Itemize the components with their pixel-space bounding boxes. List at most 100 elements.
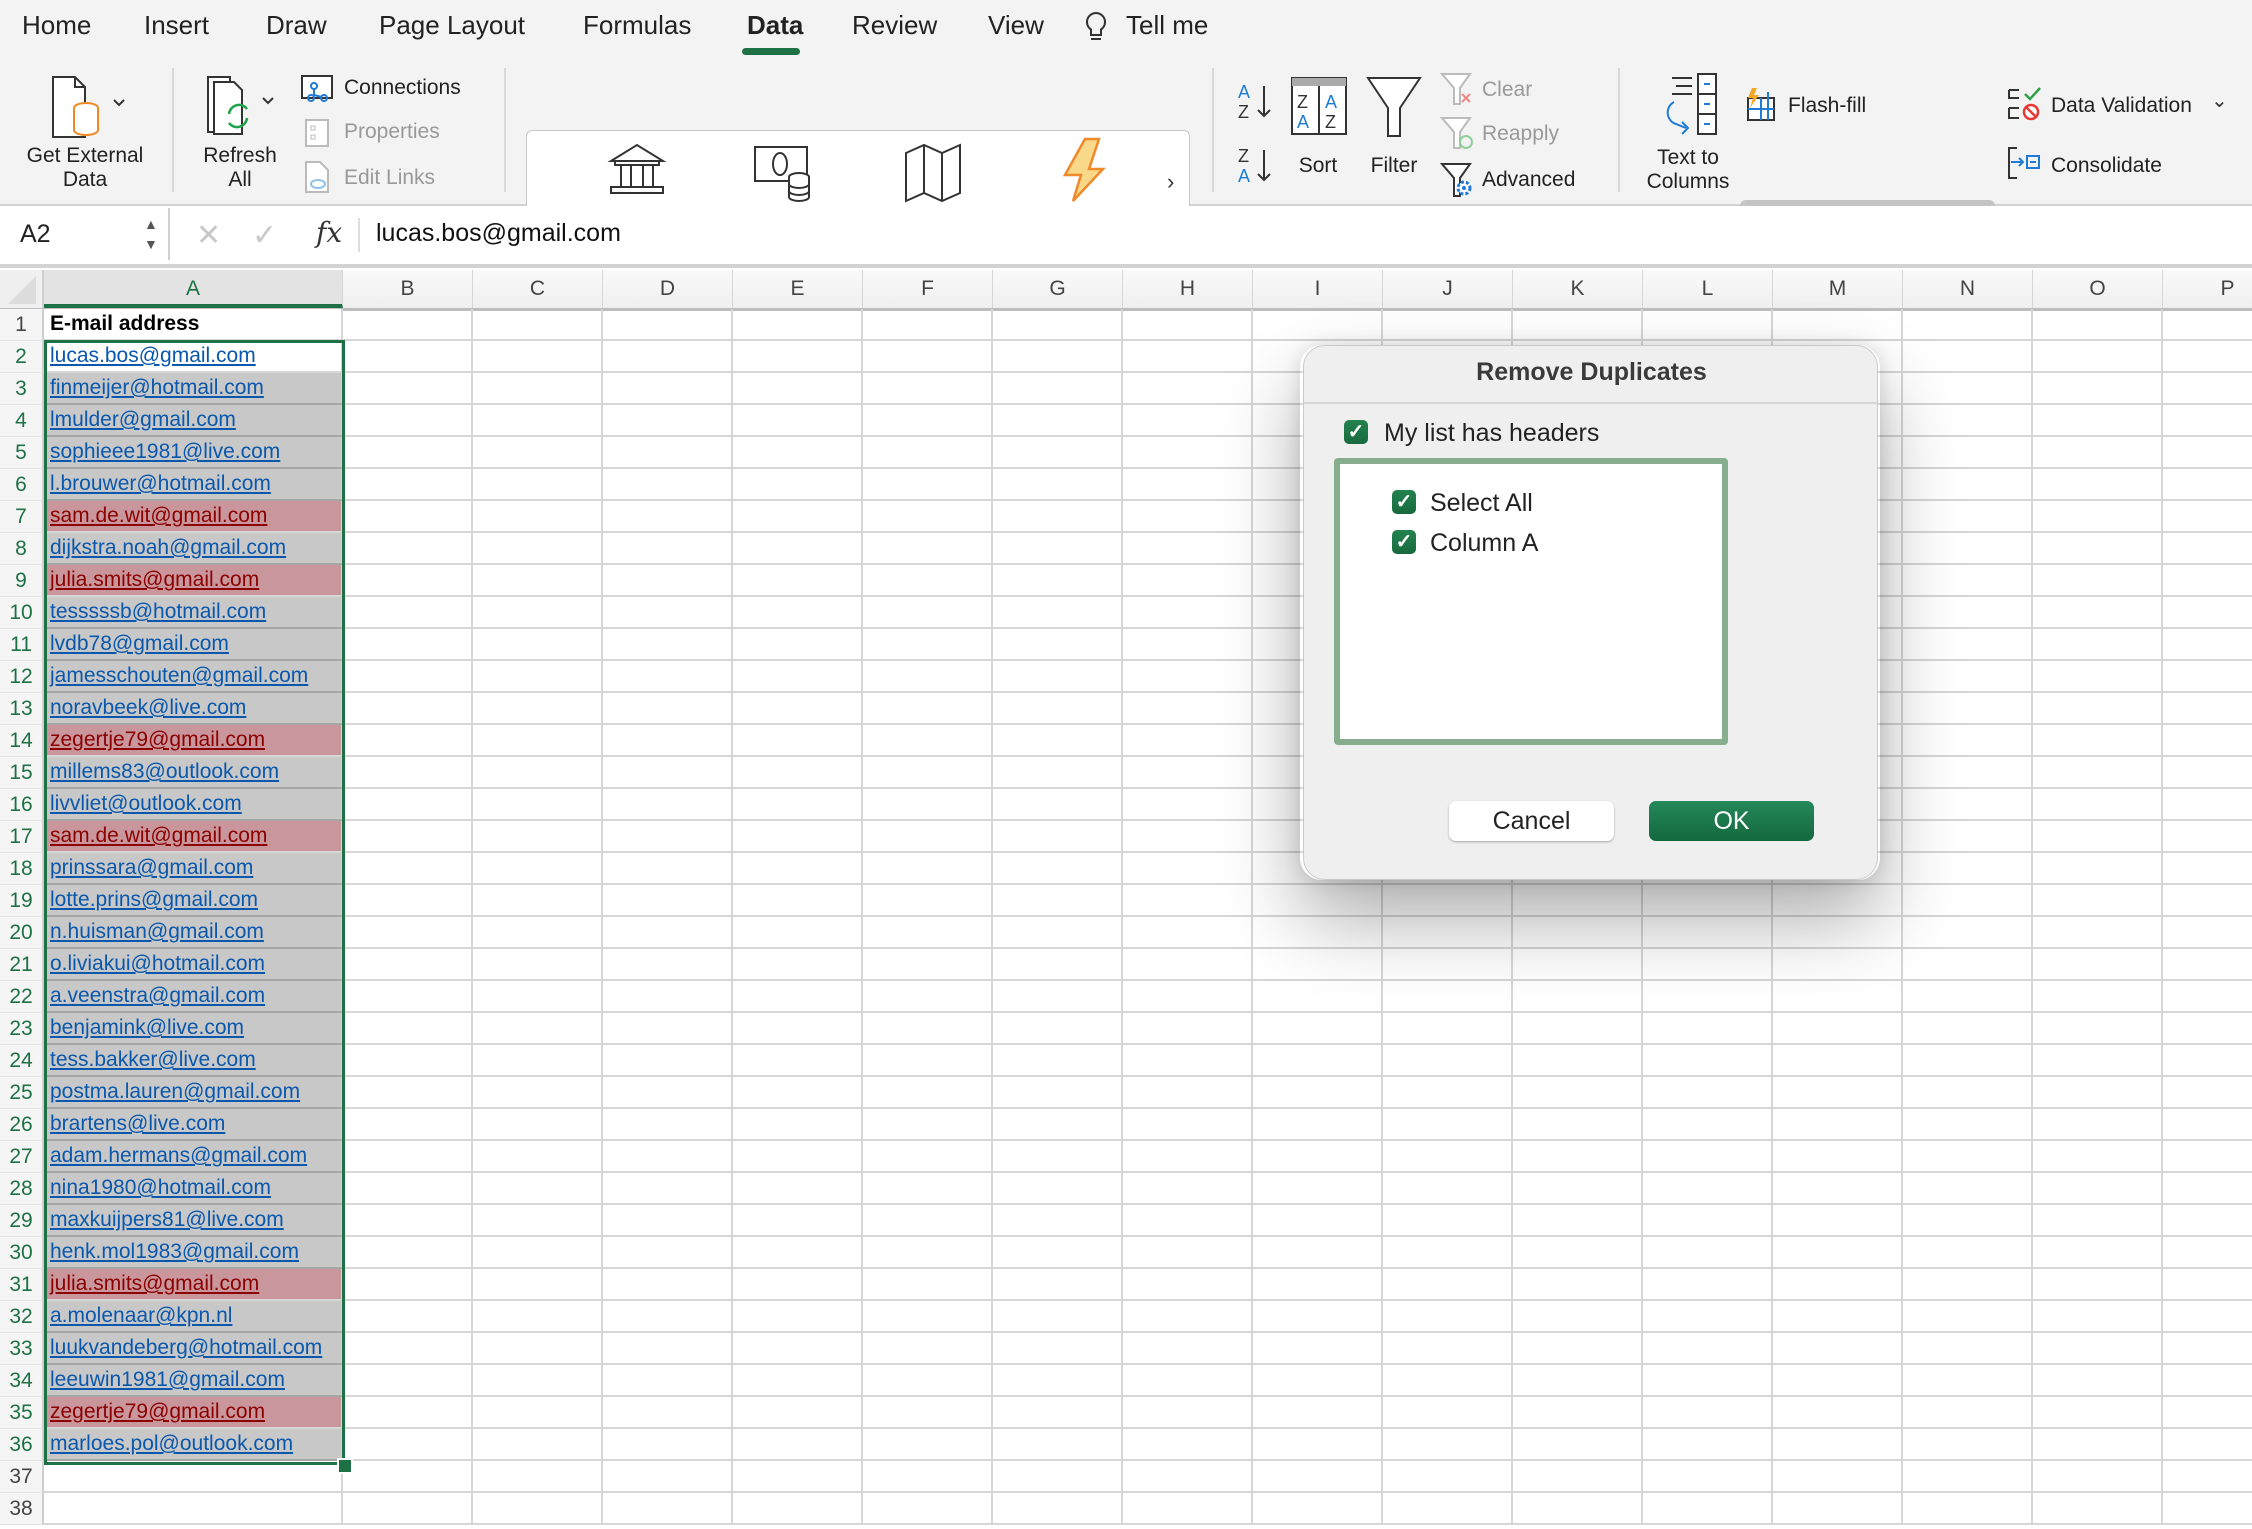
empty-cell[interactable] — [1903, 725, 2033, 757]
row-header[interactable]: 20 — [0, 917, 44, 949]
empty-cell[interactable] — [2033, 821, 2163, 853]
empty-cell[interactable] — [1513, 1461, 1643, 1493]
email-link[interactable]: a.veenstra@gmail.com — [50, 984, 265, 1007]
empty-cell[interactable] — [733, 1205, 863, 1237]
empty-cell[interactable] — [863, 757, 993, 789]
empty-cell[interactable] — [1253, 1365, 1383, 1397]
empty-cell[interactable] — [733, 1461, 863, 1493]
header-cell[interactable]: E-mail address — [44, 309, 343, 341]
empty-cell[interactable] — [2163, 1173, 2252, 1205]
empty-cell[interactable] — [863, 853, 993, 885]
empty-cell[interactable] — [1643, 885, 1773, 917]
empty-cell[interactable] — [993, 405, 1123, 437]
empty-cell[interactable] — [1513, 949, 1643, 981]
empty-cell[interactable] — [733, 1397, 863, 1429]
empty-cell[interactable] — [2163, 1109, 2252, 1141]
empty-cell[interactable] — [863, 917, 993, 949]
empty-cell[interactable] — [1513, 981, 1643, 1013]
empty-cell[interactable] — [993, 1269, 1123, 1301]
empty-cell[interactable] — [603, 405, 733, 437]
empty-cell[interactable] — [1253, 917, 1383, 949]
empty-cell[interactable] — [733, 1109, 863, 1141]
row-header[interactable]: 4 — [0, 405, 44, 437]
empty-cell[interactable] — [343, 373, 473, 405]
empty-cell[interactable] — [343, 725, 473, 757]
empty-cell[interactable] — [1903, 309, 2033, 341]
empty-cell[interactable] — [2033, 1205, 2163, 1237]
column-header-e[interactable]: E — [733, 270, 863, 308]
empty-cell[interactable] — [603, 1173, 733, 1205]
empty-cell[interactable] — [603, 1077, 733, 1109]
duplicate-email-cell[interactable]: sam.de.wit@gmail.com — [44, 821, 343, 853]
empty-cell[interactable] — [733, 981, 863, 1013]
empty-cell[interactable] — [1123, 853, 1253, 885]
empty-cell[interactable] — [2033, 1013, 2163, 1045]
empty-cell[interactable] — [1773, 981, 1903, 1013]
empty-cell[interactable] — [1643, 981, 1773, 1013]
empty-cell[interactable] — [1383, 1173, 1513, 1205]
empty-cell[interactable] — [1643, 1301, 1773, 1333]
empty-cell[interactable] — [2163, 405, 2252, 437]
empty-cell[interactable] — [1903, 1141, 2033, 1173]
empty-cell[interactable] — [993, 661, 1123, 693]
empty-cell[interactable] — [2033, 437, 2163, 469]
row-header[interactable]: 34 — [0, 1365, 44, 1397]
empty-cell[interactable] — [2033, 885, 2163, 917]
empty-cell[interactable] — [1123, 1365, 1253, 1397]
row-header[interactable]: 33 — [0, 1333, 44, 1365]
empty-cell[interactable] — [993, 1301, 1123, 1333]
empty-cell[interactable] — [733, 821, 863, 853]
empty-cell[interactable] — [603, 1301, 733, 1333]
empty-cell[interactable] — [2163, 341, 2252, 373]
empty-cell[interactable] — [343, 1365, 473, 1397]
empty-cell[interactable] — [1383, 1141, 1513, 1173]
empty-cell[interactable] — [1123, 1493, 1253, 1525]
row-header[interactable]: 38 — [0, 1493, 44, 1525]
email-link[interactable]: l.brouwer@hotmail.com — [50, 472, 271, 495]
email-cell[interactable]: sophieee1981@live.com — [44, 437, 343, 469]
empty-cell[interactable] — [2163, 981, 2252, 1013]
empty-cell[interactable] — [1383, 309, 1513, 341]
empty-cell[interactable] — [1123, 1269, 1253, 1301]
empty-cell[interactable] — [1903, 1461, 2033, 1493]
empty-cell[interactable] — [1903, 565, 2033, 597]
empty-cell[interactable] — [733, 725, 863, 757]
column-header-i[interactable]: I — [1253, 270, 1383, 308]
duplicate-email-cell[interactable]: zegertje79@gmail.com — [44, 1397, 343, 1429]
empty-cell[interactable] — [1513, 1173, 1643, 1205]
empty-cell[interactable] — [863, 949, 993, 981]
empty-cell[interactable] — [1513, 1301, 1643, 1333]
row-header[interactable]: 5 — [0, 437, 44, 469]
empty-cell[interactable] — [863, 693, 993, 725]
empty-cell[interactable] — [1253, 1173, 1383, 1205]
empty-cell[interactable] — [343, 1493, 473, 1525]
column-header-l[interactable]: L — [1643, 270, 1773, 308]
row-header[interactable]: 35 — [0, 1397, 44, 1429]
empty-cell[interactable] — [2033, 501, 2163, 533]
empty-cell[interactable] — [473, 1109, 603, 1141]
empty-cell[interactable] — [733, 565, 863, 597]
empty-cell[interactable] — [473, 1077, 603, 1109]
empty-cell[interactable] — [993, 629, 1123, 661]
empty-cell[interactable] — [863, 1205, 993, 1237]
empty-cell[interactable] — [1643, 1429, 1773, 1461]
email-cell[interactable]: marloes.pol@outlook.com — [44, 1429, 343, 1461]
empty-cell[interactable] — [2163, 757, 2252, 789]
empty-cell[interactable] — [1253, 885, 1383, 917]
empty-cell[interactable] — [1253, 949, 1383, 981]
empty-cell[interactable] — [993, 725, 1123, 757]
email-link[interactable]: postma.lauren@gmail.com — [50, 1080, 300, 1103]
email-cell[interactable]: a.molenaar@kpn.nl — [44, 1301, 343, 1333]
empty-cell[interactable] — [2033, 1429, 2163, 1461]
empty-cell[interactable] — [1513, 1045, 1643, 1077]
empty-cell[interactable] — [1643, 1045, 1773, 1077]
empty-cell[interactable] — [343, 1141, 473, 1173]
empty-cell[interactable] — [993, 853, 1123, 885]
empty-cell[interactable] — [603, 757, 733, 789]
empty-cell[interactable] — [733, 1045, 863, 1077]
empty-cell[interactable] — [2163, 469, 2252, 501]
empty-cell[interactable] — [1383, 1461, 1513, 1493]
empty-cell[interactable] — [1383, 1077, 1513, 1109]
empty-cell[interactable] — [993, 341, 1123, 373]
empty-cell[interactable] — [1513, 917, 1643, 949]
